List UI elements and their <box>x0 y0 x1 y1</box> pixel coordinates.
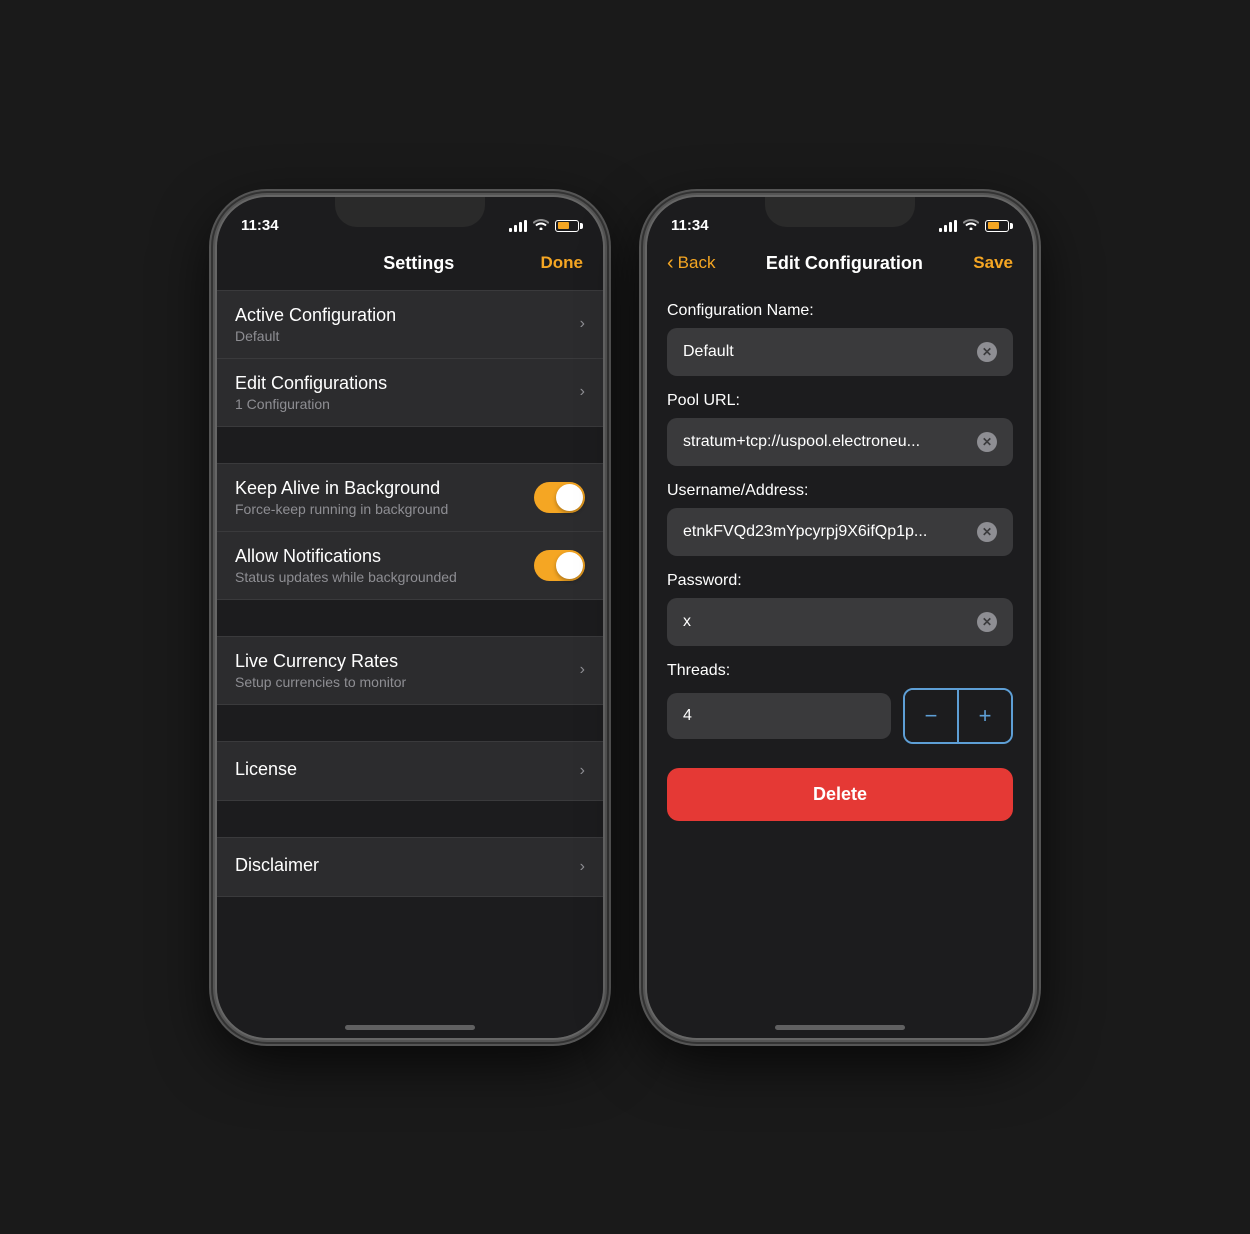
edit-config-nav-bar: ‹ Back Edit Configuration Save <box>647 245 1033 286</box>
keep-alive-title: Keep Alive in Background <box>235 478 534 499</box>
settings-nav-title: Settings <box>383 253 454 274</box>
keep-alive-subtitle: Force-keep running in background <box>235 501 534 517</box>
edit-config-content: Configuration Name: Default ✕ Pool URL: … <box>647 286 1033 833</box>
signal-icon-2 <box>939 220 957 232</box>
edit-config-title: Edit Configurations <box>235 373 580 394</box>
status-icons-2 <box>939 218 1009 233</box>
license-title: License <box>235 759 580 780</box>
notch-2 <box>765 197 915 227</box>
license-item[interactable]: License › <box>217 741 603 801</box>
delete-button-label: Delete <box>813 784 867 804</box>
username-value: etnkFVQd23mYpcyrpj9X6ifQp1p... <box>683 523 977 541</box>
username-field[interactable]: etnkFVQd23mYpcyrpj9X6ifQp1p... ✕ <box>667 508 1013 556</box>
settings-nav-bar: Settings Done <box>217 245 603 286</box>
keep-alive-toggle[interactable] <box>534 482 585 513</box>
active-config-title: Active Configuration <box>235 305 580 326</box>
home-indicator <box>345 1025 475 1030</box>
settings-screen: 11:34 <box>217 197 603 1038</box>
chevron-right-icon: › <box>580 315 585 333</box>
back-label: Back <box>678 253 716 273</box>
chevron-right-icon-3: › <box>580 661 585 679</box>
threads-controls: − + <box>903 688 1013 744</box>
settings-section-currency: Live Currency Rates Setup currencies to … <box>217 636 603 705</box>
power-button-wrapper <box>603 397 605 487</box>
username-label: Username/Address: <box>667 482 1013 500</box>
pool-url-clear[interactable]: ✕ <box>977 432 997 452</box>
disclaimer-item[interactable]: Disclaimer › <box>217 837 603 897</box>
config-name-value: Default <box>683 343 977 361</box>
save-button[interactable]: Save <box>973 253 1013 273</box>
battery-icon <box>555 220 579 232</box>
live-currency-item[interactable]: Live Currency Rates Setup currencies to … <box>217 636 603 705</box>
status-time: 11:34 <box>241 217 279 234</box>
notifications-toggle[interactable] <box>534 550 585 581</box>
currency-subtitle: Setup currencies to monitor <box>235 674 580 690</box>
active-configuration-item[interactable]: Active Configuration Default › <box>217 290 603 359</box>
threads-row: 4 − + <box>667 688 1013 744</box>
chevron-left-icon: ‹ <box>667 253 674 273</box>
done-button[interactable]: Done <box>540 253 583 273</box>
back-button[interactable]: ‹ Back <box>667 253 715 273</box>
disclaimer-title: Disclaimer <box>235 855 580 876</box>
power-button <box>603 397 605 487</box>
phone-edit-config: 11:34 <box>645 195 1035 1040</box>
battery-icon-2 <box>985 220 1009 232</box>
chevron-right-icon-5: › <box>580 858 585 876</box>
username-clear[interactable]: ✕ <box>977 522 997 542</box>
edit-config-subtitle: 1 Configuration <box>235 396 580 412</box>
keep-alive-item[interactable]: Keep Alive in Background Force-keep runn… <box>217 463 603 532</box>
pool-url-value: stratum+tcp://uspool.electroneu... <box>683 433 977 451</box>
config-name-label: Configuration Name: <box>667 302 1013 320</box>
edit-configurations-item[interactable]: Edit Configurations 1 Configuration › <box>217 359 603 427</box>
toggle-thumb-1 <box>556 484 583 511</box>
home-indicator-2 <box>775 1025 905 1030</box>
spacer-1 <box>217 435 603 463</box>
notifications-title: Allow Notifications <box>235 546 534 567</box>
password-value: x <box>683 613 977 631</box>
battery-fill-2 <box>988 222 999 229</box>
threads-value: 4 <box>683 707 692 724</box>
phone-settings: 11:34 <box>215 195 605 1040</box>
currency-title: Live Currency Rates <box>235 651 580 672</box>
wifi-icon-2 <box>963 218 979 233</box>
power-button-2 <box>1033 397 1035 487</box>
notifications-subtitle: Status updates while backgrounded <box>235 569 534 585</box>
config-name-clear[interactable]: ✕ <box>977 342 997 362</box>
edit-config-nav-title: Edit Configuration <box>766 253 923 274</box>
threads-label: Threads: <box>667 662 1013 680</box>
status-time-2: 11:34 <box>671 217 709 234</box>
status-icons <box>509 218 579 233</box>
pool-url-field[interactable]: stratum+tcp://uspool.electroneu... ✕ <box>667 418 1013 466</box>
threads-field[interactable]: 4 <box>667 693 891 739</box>
password-clear[interactable]: ✕ <box>977 612 997 632</box>
increment-button[interactable]: + <box>959 690 1011 742</box>
chevron-right-icon-4: › <box>580 762 585 780</box>
wifi-icon <box>533 218 549 233</box>
decrement-button[interactable]: − <box>905 690 957 742</box>
spacer-4 <box>217 809 603 837</box>
delete-button[interactable]: Delete <box>667 768 1013 821</box>
settings-section-background: Keep Alive in Background Force-keep runn… <box>217 463 603 600</box>
settings-list: Active Configuration Default › Edit Conf… <box>217 286 603 905</box>
notch <box>335 197 485 227</box>
password-label: Password: <box>667 572 1013 590</box>
edit-config-screen: 11:34 <box>647 197 1033 1038</box>
config-name-field[interactable]: Default ✕ <box>667 328 1013 376</box>
battery-fill <box>558 222 569 229</box>
allow-notifications-item[interactable]: Allow Notifications Status updates while… <box>217 532 603 600</box>
pool-url-label: Pool URL: <box>667 392 1013 410</box>
settings-section-config: Active Configuration Default › Edit Conf… <box>217 290 603 427</box>
toggle-thumb-2 <box>556 552 583 579</box>
spacer-2 <box>217 608 603 636</box>
signal-icon <box>509 220 527 232</box>
power-button-wrapper-2 <box>1033 397 1035 487</box>
settings-section-disclaimer: Disclaimer › <box>217 837 603 897</box>
spacer-3 <box>217 713 603 741</box>
settings-section-legal: License › <box>217 741 603 801</box>
chevron-right-icon-2: › <box>580 383 585 401</box>
password-field[interactable]: x ✕ <box>667 598 1013 646</box>
active-config-subtitle: Default <box>235 328 580 344</box>
